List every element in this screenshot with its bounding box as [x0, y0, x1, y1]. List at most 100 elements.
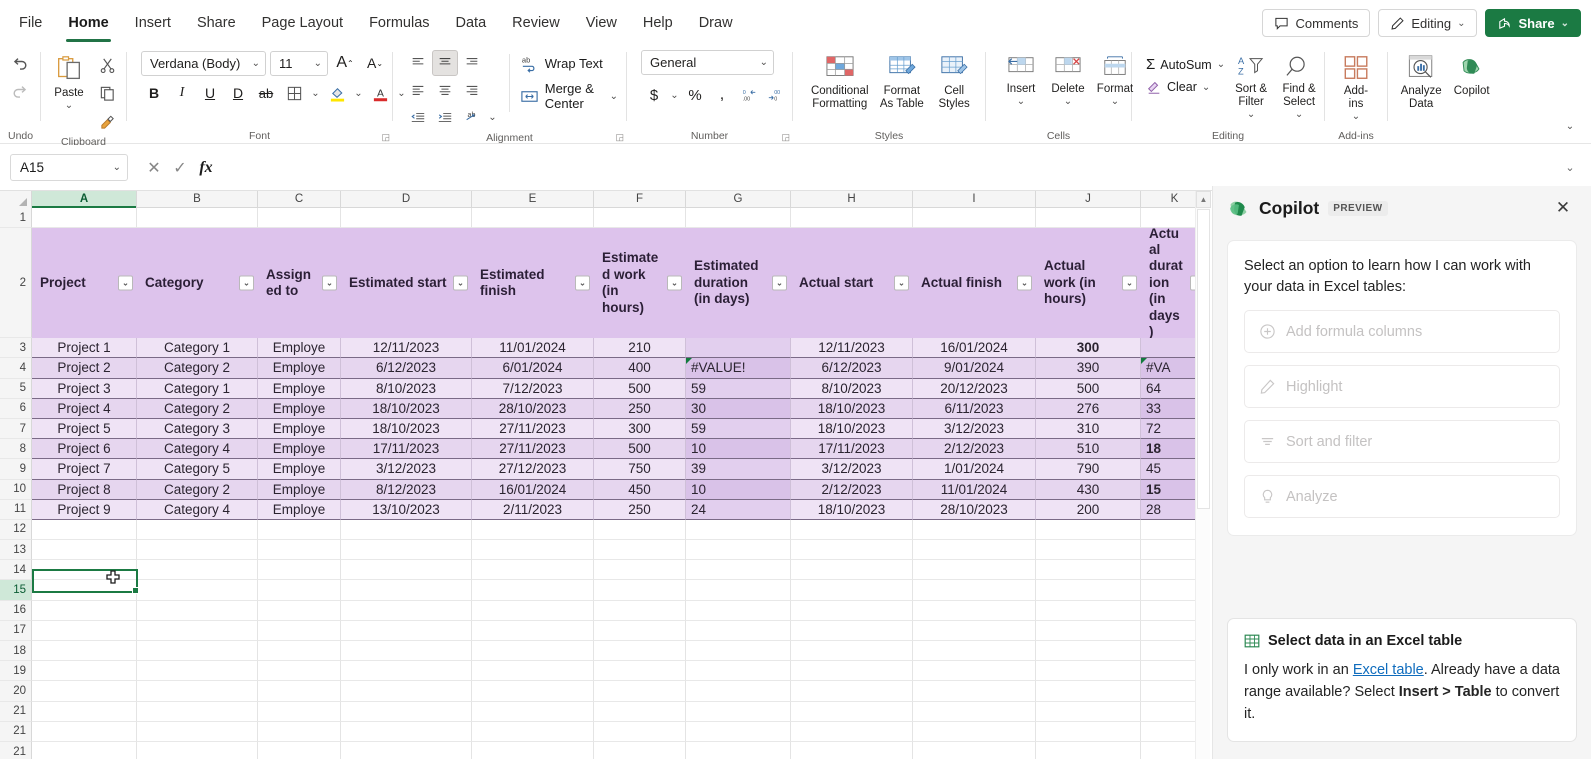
grid-cell[interactable] [594, 641, 686, 662]
row-header-8[interactable]: 8 [0, 439, 32, 460]
currency-button[interactable]: $ [641, 82, 667, 108]
table-column-header[interactable]: Project ⌄ [32, 228, 137, 339]
grid-cell[interactable]: 750 [594, 459, 686, 480]
copilot-option-sort-and-filter[interactable]: Sort and filter [1244, 420, 1560, 464]
grid-cell[interactable] [594, 580, 686, 601]
grid-cell[interactable]: Project 9 [32, 499, 137, 520]
ribbon-tab-formulas[interactable]: Formulas [356, 9, 442, 38]
grid-cell[interactable]: 10 [686, 479, 791, 500]
grid-cell[interactable]: 430 [1036, 479, 1141, 500]
align-middle-button[interactable] [432, 50, 458, 76]
grid-cell[interactable] [472, 721, 594, 742]
grid-cell[interactable] [341, 641, 472, 662]
grid-cell[interactable]: 510 [1036, 439, 1141, 460]
grid-cell[interactable] [472, 701, 594, 722]
grid-cell[interactable] [32, 701, 137, 722]
ribbon-tab-share[interactable]: Share [184, 9, 249, 38]
grid-cell[interactable] [341, 741, 472, 759]
collapse-ribbon-button[interactable]: ⌄ [1557, 113, 1583, 139]
grid-cell[interactable] [137, 600, 258, 621]
analyze-data-button[interactable]: Analyze Data [1396, 50, 1446, 111]
grid-cell[interactable] [791, 519, 913, 541]
filter-dropdown-icon[interactable]: ⌄ [1017, 275, 1032, 291]
grid-cell[interactable] [137, 701, 258, 722]
grid-cell[interactable] [258, 560, 341, 581]
grid-cell[interactable] [594, 560, 686, 581]
grid-cell[interactable] [137, 721, 258, 742]
filter-dropdown-icon[interactable]: ⌄ [1122, 275, 1137, 291]
grid-cell[interactable] [594, 540, 686, 561]
grid-cell[interactable] [137, 641, 258, 662]
grid-cell[interactable]: 200 [1036, 499, 1141, 520]
grid-cell[interactable] [594, 681, 686, 702]
grid-cell[interactable]: 2/11/2023 [472, 499, 594, 520]
grid-cell[interactable]: Category 3 [137, 418, 258, 440]
grid-cell[interactable]: Category 4 [137, 499, 258, 520]
table-column-header[interactable]: Category ⌄ [137, 228, 258, 339]
grid-cell[interactable] [594, 701, 686, 722]
grid-cell[interactable]: Employe [258, 499, 341, 520]
grid-cell[interactable] [913, 620, 1036, 641]
grid-cell[interactable]: 17/11/2023 [341, 439, 472, 460]
borders-button[interactable] [281, 80, 307, 106]
chevron-down-icon[interactable]: ⌄ [1295, 109, 1303, 121]
grid-cell[interactable] [594, 721, 686, 742]
grid-cell[interactable]: 59 [686, 418, 791, 440]
ribbon-tab-file[interactable]: File [6, 9, 55, 38]
grid-cell[interactable] [258, 641, 341, 662]
ribbon-tab-draw[interactable]: Draw [686, 9, 746, 38]
grid-cell[interactable]: Category 5 [137, 459, 258, 480]
grid-cell[interactable] [472, 519, 594, 541]
grid-cell[interactable] [32, 600, 137, 621]
column-header-J[interactable]: J [1036, 191, 1141, 208]
column-header-B[interactable]: B [137, 191, 258, 208]
grid-cell[interactable]: Category 2 [137, 479, 258, 500]
row-header-21[interactable]: 21 [0, 721, 32, 742]
row-header-18[interactable]: 18 [0, 641, 32, 662]
chevron-down-icon[interactable]: ⌄ [1352, 111, 1360, 123]
decrease-indent-button[interactable] [405, 104, 431, 130]
grid-cell[interactable] [791, 641, 913, 662]
grid-cell[interactable]: Category 4 [137, 439, 258, 460]
column-header-A[interactable]: A [32, 191, 137, 208]
grid-cell[interactable]: 18/10/2023 [791, 418, 913, 440]
number-dialog-launcher[interactable]: ◲ [781, 132, 790, 143]
grid-cell[interactable] [472, 560, 594, 581]
grid-cell[interactable]: 500 [594, 378, 686, 399]
filter-dropdown-icon[interactable]: ⌄ [894, 275, 909, 291]
grid-cell[interactable]: Employe [258, 358, 341, 379]
column-header-C[interactable]: C [258, 191, 341, 208]
grid-cell[interactable] [594, 208, 686, 229]
font-name-select[interactable]: Verdana (Body) ⌄ [141, 50, 266, 76]
grid-cell[interactable] [32, 540, 137, 561]
grid-cell[interactable]: 18/10/2023 [341, 398, 472, 419]
grid-cell[interactable] [686, 681, 791, 702]
orientation-button[interactable]: ab [459, 104, 485, 130]
grid-cell[interactable] [32, 741, 137, 759]
column-header-I[interactable]: I [913, 191, 1036, 208]
vertical-scrollbar[interactable]: ▲ [1195, 191, 1211, 759]
grid-cell[interactable] [341, 600, 472, 621]
grid-cell[interactable]: Project 3 [32, 378, 137, 399]
column-header-D[interactable]: D [341, 191, 472, 208]
grid-cell[interactable] [341, 580, 472, 601]
grid-cell[interactable] [791, 540, 913, 561]
grid-cell[interactable] [137, 661, 258, 682]
grid-cell[interactable] [137, 681, 258, 702]
grid-cell[interactable]: 8/10/2023 [341, 378, 472, 399]
row-header-19[interactable]: 19 [0, 661, 32, 682]
redo-button[interactable] [7, 78, 33, 104]
grid-cell[interactable] [137, 741, 258, 759]
column-header-H[interactable]: H [791, 191, 913, 208]
grid-cell[interactable] [791, 600, 913, 621]
format-painter-button[interactable] [94, 108, 120, 134]
grid-cell[interactable] [913, 600, 1036, 621]
grid-cell[interactable] [137, 540, 258, 561]
grid-cell[interactable]: 18/10/2023 [341, 418, 472, 440]
grid-cell[interactable]: 3/12/2023 [913, 418, 1036, 440]
grid-cell[interactable] [913, 540, 1036, 561]
insert-cells-button[interactable]: Insert ⌄ [999, 50, 1043, 108]
column-header-E[interactable]: E [472, 191, 594, 208]
grid-cell[interactable] [791, 661, 913, 682]
table-column-header[interactable]: Assigned to ⌄ [258, 228, 341, 339]
